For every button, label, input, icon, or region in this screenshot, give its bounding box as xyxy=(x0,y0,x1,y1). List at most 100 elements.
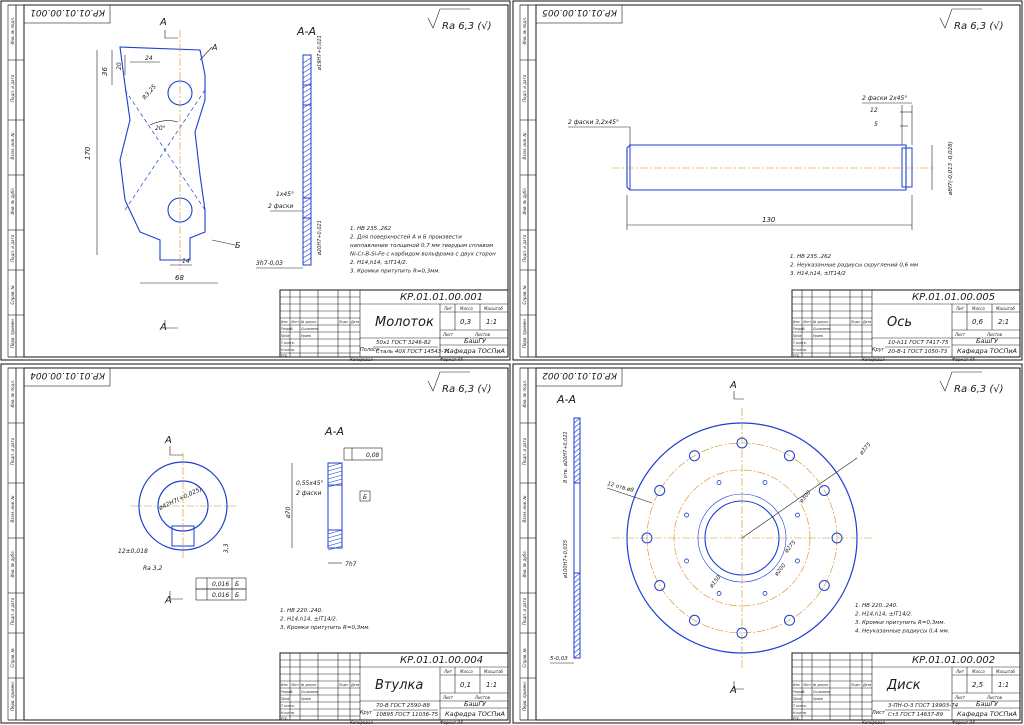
stamp-code: КР.01.01.00.005 xyxy=(912,292,995,303)
hatch-line xyxy=(302,232,312,239)
hatch-line xyxy=(573,587,581,594)
tol-base-2: Б xyxy=(235,592,239,599)
hatch-line xyxy=(302,57,312,64)
stamp-list-label: Лист xyxy=(290,320,299,324)
stamp-mass-value: 0,1 xyxy=(460,681,471,689)
stamp-code: КР.01.01.00.002 xyxy=(912,655,995,666)
stamp-ncontr-label: Н.контр. xyxy=(281,348,295,352)
stamp-code: КР.01.01.00.004 xyxy=(400,655,483,666)
dim-68-text: 68 xyxy=(175,274,184,282)
hatch-line xyxy=(302,77,312,84)
chamfer-text: 1x45° xyxy=(276,191,294,198)
stamp-list-label: Лист xyxy=(802,320,811,324)
hatch-line xyxy=(302,157,312,164)
stamp-sheet-label: Лист xyxy=(954,332,966,337)
section-arrow-bottom xyxy=(169,591,183,600)
dim-d8-text: ø8f7(-0,013 -0,028) xyxy=(948,141,954,196)
stamp-material-2: Сталь 40Х ГОСТ 14543-71 xyxy=(376,349,450,355)
sheet-code-rotated: КР.01.01.00.004 xyxy=(30,370,105,380)
stamp-tcontr-label: Т.контр. xyxy=(793,341,807,345)
hatch-line xyxy=(573,632,581,639)
stamp-org-1: БашГУ xyxy=(976,337,999,345)
sheet-code-rotated: КР.01.01.00.005 xyxy=(542,7,617,17)
hatch-line xyxy=(573,647,581,654)
title-block: Лит Масса Масштаб2,5 1:1Лист ЛистовКР.01.01.… xyxy=(791,652,1021,721)
pin-hole xyxy=(684,512,689,518)
hatch-line xyxy=(302,112,312,119)
stamp-sign-label: Подп. xyxy=(339,683,349,687)
hatch-line xyxy=(573,437,581,444)
sheet-code-rotated: КР.01.01.00.001 xyxy=(30,7,105,17)
section-holes-text: 8 отв. ø20Н7+0,021 xyxy=(563,431,569,483)
stamp-name: Втулка xyxy=(375,678,423,693)
side-label: Перв. примен. xyxy=(10,681,15,711)
hatch-line xyxy=(573,462,581,469)
section-arrow-top xyxy=(164,30,178,39)
hatch-line xyxy=(302,97,312,104)
sheet-code-rotated: КР.01.01.00.002 xyxy=(542,370,617,380)
stamp-code: КР.01.01.00.001 xyxy=(400,292,483,303)
stamp-org-2: Кафедра ТОСПиА xyxy=(957,347,1017,355)
stamp-material-1: 50х1 ГОСТ 3246-82 xyxy=(376,340,431,346)
stamp-name: Молоток xyxy=(375,315,434,330)
stamp-doc-label: № докум. xyxy=(812,683,829,687)
hatch-line xyxy=(302,137,312,144)
stamp-date-label: Дата xyxy=(862,320,871,324)
stamp-org-2: Кафедра ТОСПиА xyxy=(445,710,505,718)
chamfer-left-text: 2 фаски 3,2x45° xyxy=(568,119,619,126)
dim-angle-text: 20° xyxy=(155,125,166,132)
dim-130-text: 130 xyxy=(762,216,776,224)
stamp-org-1: БашГУ xyxy=(464,337,487,345)
hatch-line xyxy=(302,167,312,174)
pin-hole xyxy=(762,591,768,596)
disk-part: ø375ø300ø275ø200ø15012 отв.ø8АА xyxy=(606,380,872,696)
stamp-scale-label: Масштаб xyxy=(996,669,1016,674)
hatch-line xyxy=(302,152,312,159)
section-bore-text: ø100Н7+0,035 xyxy=(563,540,569,579)
note-line: 3. Кромки притупить R=0,3мм. xyxy=(350,269,441,275)
note-line: 2. H14,h14, ±IT14/2. xyxy=(855,612,913,618)
format-label: Формат А4 xyxy=(952,720,975,725)
stamp-sign-label: Подп. xyxy=(339,320,349,324)
pin-hole xyxy=(762,480,768,485)
dim-20-text: 20 xyxy=(116,62,123,70)
stamp-org-2: Кафедра ТОСПиА xyxy=(957,710,1017,718)
stamp-change-label: Изм xyxy=(281,320,288,324)
hammer-outline xyxy=(119,46,206,261)
hammer-part: 170 36 20 24 R3,25 20° 68 14 А А А Б xyxy=(84,17,241,333)
stamp-lit-label: Лит xyxy=(955,306,965,311)
title-block: Лит Масса Масштаб0,3 1:1Лист ЛистовКР.01.01.… xyxy=(279,289,509,358)
roughness-value: Ra 6,3 (√) xyxy=(954,21,1004,32)
format-label: Формат А4 xyxy=(952,357,975,362)
stamp-scale-label: Масштаб xyxy=(996,306,1016,311)
hatch-line xyxy=(302,242,312,249)
hatch-line xyxy=(302,252,312,259)
stamp-mass-label: Масса xyxy=(972,669,985,674)
copied-label: Копировал xyxy=(350,357,373,362)
stamp-appr-label: Утв. xyxy=(793,717,800,721)
hatch-line xyxy=(327,462,343,468)
axle-outline xyxy=(626,144,907,191)
chamfer-text: 0,55x45° xyxy=(296,480,324,487)
hatch-line xyxy=(573,477,581,484)
stamp-mass-value: 2,5 xyxy=(972,681,984,689)
stamp-check-name: Ураев xyxy=(813,334,823,338)
note-line: 2. Неуказанные радиусы скруглений 0,6 мм xyxy=(790,263,918,269)
hatch-line xyxy=(302,182,312,189)
note-line: 4. Неуказанные радиусы 0,4 мм. xyxy=(855,629,950,635)
dim-hole-top: ø19Н7+0,021 xyxy=(317,35,323,71)
section-mark-top: А xyxy=(164,435,172,446)
side-label: Подп. и дата xyxy=(10,234,15,262)
hatch-line xyxy=(302,247,312,254)
title-block: Лит Масса Масштаб0,1 1:1Лист ЛистовКР.01.01.… xyxy=(279,652,509,721)
stamp-ncontr-label: Н.контр. xyxy=(793,348,807,352)
side-label: Справ. № xyxy=(522,648,527,667)
stamp-material-1: 70-В ГОСТ 2590-88 xyxy=(376,703,430,709)
stamp-name: Ось xyxy=(887,315,912,330)
note-line: 1. HB 220..240. xyxy=(855,603,898,609)
dim-24-text: 24 xyxy=(145,55,153,62)
hatch-line xyxy=(573,637,581,644)
side-label: Взам. инв. № xyxy=(522,132,527,159)
stamp-change-label: Изм xyxy=(793,683,800,687)
format-label: Формат А4 xyxy=(440,357,463,362)
